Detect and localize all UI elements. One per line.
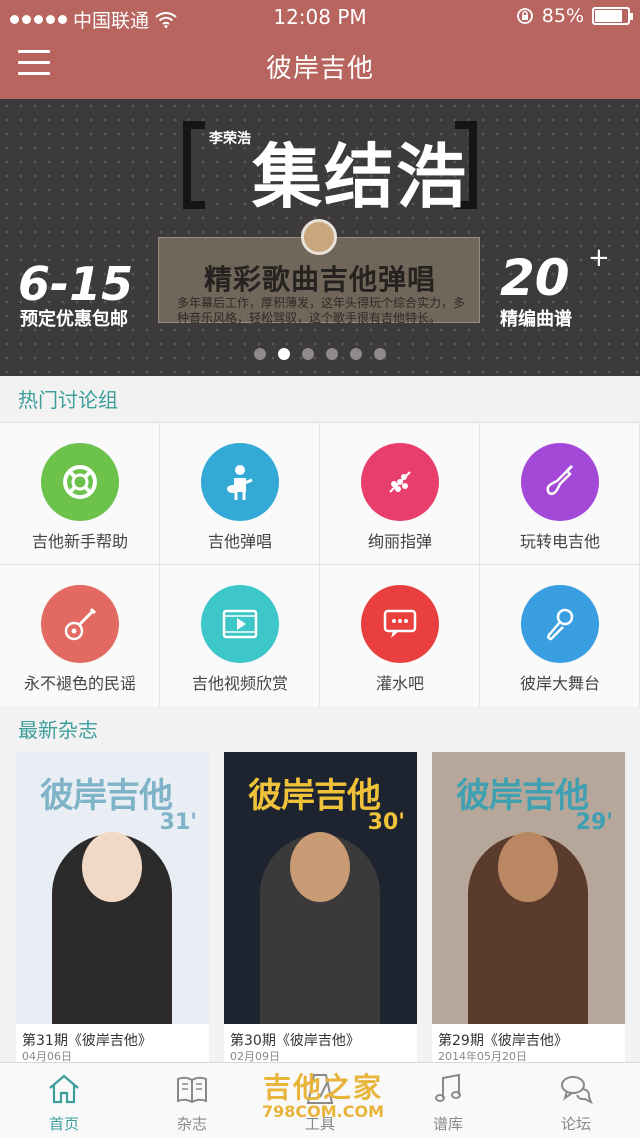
- group-item[interactable]: 吉他弹唱: [160, 423, 320, 565]
- magazine-cover: 彼岸吉他 31': [16, 752, 209, 1024]
- guitar-player-icon: [201, 443, 279, 521]
- tab-label: 杂志: [176, 1115, 207, 1133]
- groups-heading: 热门讨论组: [0, 376, 640, 422]
- cover-logo: 彼岸吉他: [40, 776, 173, 816]
- cover-issue: 29': [575, 810, 613, 835]
- group-label: 吉他弹唱: [207, 532, 272, 551]
- group-item[interactable]: 吉他视频欣赏: [160, 565, 320, 707]
- cover-logo: 彼岸吉他: [456, 776, 589, 816]
- microphone-icon: [521, 585, 599, 663]
- acoustic-guitar-icon: [41, 585, 119, 663]
- group-label: 永不褪色的民谣: [23, 674, 136, 693]
- metronome-icon: [302, 1071, 338, 1107]
- cover-face: [290, 832, 350, 902]
- magazine-caption: 第29期《彼岸吉他》: [438, 1033, 568, 1049]
- music-note-icon: [430, 1071, 466, 1107]
- page-dot[interactable]: [302, 348, 314, 360]
- tab-item[interactable]: 谱库: [384, 1063, 512, 1138]
- group-item[interactable]: 彼岸大舞台: [480, 565, 640, 707]
- lifebuoy-icon: [41, 443, 119, 521]
- magazine-list: 彼岸吉他 31' 第31期《彼岸吉他》 04月06日 彼岸吉他 30' 第30期《彼岸吉他》…: [0, 752, 640, 1063]
- cover-issue: 30': [367, 810, 405, 835]
- group-item[interactable]: 灌水吧: [320, 565, 480, 707]
- tab-item[interactable]: 首页: [0, 1063, 128, 1138]
- page-dot[interactable]: [326, 348, 338, 360]
- group-item[interactable]: 绚丽指弹: [320, 423, 480, 565]
- group-label: 彼岸大舞台: [519, 674, 600, 693]
- banner-date: 6-15: [18, 257, 134, 311]
- group-item[interactable]: 玩转电吉他: [480, 423, 640, 565]
- tab-label: 首页: [48, 1115, 79, 1133]
- tab-bar: 首页 杂志 工具 谱库 论坛: [0, 1062, 640, 1138]
- video-play-icon: [201, 585, 279, 663]
- status-bar: 中国联通 12:08 PM 85%: [0, 0, 640, 34]
- book-icon: [174, 1071, 210, 1107]
- banner-artist-name: 李荣浩: [209, 131, 251, 147]
- banner-count-plus: +: [588, 243, 610, 273]
- status-right: 85%: [516, 5, 633, 27]
- fingerstyle-hand-icon: [361, 443, 439, 521]
- banner-left-text: 预定优惠包邮: [20, 309, 128, 330]
- chat-icon: [558, 1071, 594, 1107]
- chat-bubble-icon: [361, 585, 439, 663]
- group-label: 吉他视频欣赏: [191, 674, 288, 693]
- cover-logo: 彼岸吉他: [248, 776, 381, 816]
- electric-guitar-icon: [521, 443, 599, 521]
- group-item[interactable]: 吉他新手帮助: [0, 423, 160, 565]
- magazine-caption: 第30期《彼岸吉他》: [230, 1033, 360, 1049]
- cover-face: [82, 832, 142, 902]
- banner-subtitle: 精彩歌曲吉他弹唱: [203, 263, 436, 296]
- magazines-heading: 最新杂志: [0, 706, 640, 752]
- group-label: 灌水吧: [375, 674, 424, 693]
- tab-item[interactable]: 论坛: [512, 1063, 640, 1138]
- banner-title: 集结浩: [252, 136, 468, 218]
- tab-label: 工具: [304, 1115, 335, 1133]
- battery-percent: 85%: [541, 5, 584, 27]
- promo-banner[interactable]: 李荣浩 集结浩 精彩歌曲吉他弹唱 多年幕后工作，厚积薄发，这年头得玩个综合实力，…: [0, 99, 640, 376]
- rotation-lock-icon: [516, 8, 533, 24]
- group-label: 吉他新手帮助: [31, 532, 128, 551]
- tab-item[interactable]: 工具: [256, 1063, 384, 1138]
- page-dot[interactable]: [374, 348, 386, 360]
- battery-icon: [592, 7, 633, 25]
- magazine-card[interactable]: 彼岸吉他 29' 第29期《彼岸吉他》 2014年05月20日: [432, 752, 625, 1063]
- banner-avatar: [301, 219, 337, 255]
- page-dot[interactable]: [350, 348, 362, 360]
- magazine-cover: 彼岸吉他 30': [224, 752, 417, 1024]
- banner-right-text: 精编曲谱: [500, 309, 572, 330]
- group-label: 玩转电吉他: [519, 532, 600, 551]
- top-bar: 中国联通 12:08 PM 85% 彼岸吉他: [0, 0, 640, 99]
- banner-page-indicator[interactable]: [0, 348, 640, 360]
- page-dot[interactable]: [254, 348, 266, 360]
- magazine-card[interactable]: 彼岸吉他 31' 第31期《彼岸吉他》 04月06日: [16, 752, 209, 1063]
- magazine-caption: 第31期《彼岸吉他》: [22, 1033, 152, 1049]
- group-item[interactable]: 永不褪色的民谣: [0, 565, 160, 707]
- page-title: 彼岸吉他: [265, 54, 374, 84]
- tab-label: 论坛: [560, 1115, 591, 1133]
- cover-face: [498, 832, 558, 902]
- page-dot[interactable]: [278, 348, 290, 360]
- magazine-cover: 彼岸吉他 29': [432, 752, 625, 1024]
- cover-issue: 31': [159, 810, 197, 835]
- magazine-card[interactable]: 彼岸吉他 30' 第30期《彼岸吉他》 02月09日: [224, 752, 417, 1063]
- tab-item[interactable]: 杂志: [128, 1063, 256, 1138]
- banner-bracket-left: [183, 121, 205, 209]
- home-icon: [46, 1071, 82, 1107]
- groups-grid: 吉他新手帮助 吉他弹唱 绚丽指弹 玩转电吉他永不褪色的民谣 吉他视频欣赏 灌水吧 彼岸大舞台: [0, 422, 640, 707]
- banner-count: 20: [500, 249, 570, 307]
- group-label: 绚丽指弹: [367, 532, 432, 551]
- banner-description: 多年幕后工作，厚积薄发，这年头得玩个综合实力，多种音乐风格，轻松驾驭，这个歌手很…: [177, 296, 466, 325]
- tab-label: 谱库: [432, 1115, 463, 1133]
